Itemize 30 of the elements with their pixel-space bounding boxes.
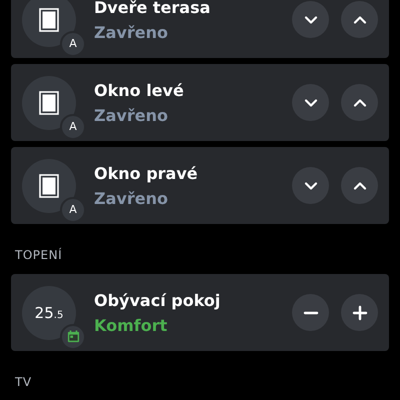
down-button[interactable] xyxy=(292,1,329,38)
plus-button[interactable] xyxy=(341,294,378,331)
calendar-icon xyxy=(66,330,80,343)
up-button[interactable] xyxy=(341,1,378,38)
device-name: Obývací pokoj xyxy=(94,290,222,310)
device-status: Komfort xyxy=(94,316,168,334)
up-button[interactable] xyxy=(341,167,378,204)
down-button[interactable] xyxy=(292,84,329,121)
mode-badge: A xyxy=(60,30,86,56)
section-heading: TV xyxy=(14,374,33,391)
device-card[interactable]: A Dveře terasa Zavřeno xyxy=(11,0,389,58)
device-status: Zavřeno xyxy=(94,188,169,208)
device-status: Zavřeno xyxy=(94,106,169,124)
section-heading: TOPENÍ xyxy=(14,246,64,264)
up-button[interactable] xyxy=(341,84,378,121)
device-name: Okno pravé xyxy=(94,164,199,182)
mode-badge: A xyxy=(60,196,86,222)
device-card[interactable]: A Okno pravé Zavřeno xyxy=(11,147,389,224)
window-icon xyxy=(39,174,59,198)
device-name: Okno levé xyxy=(94,80,185,100)
minus-icon xyxy=(302,310,318,314)
plus-icon xyxy=(352,304,368,320)
window-icon xyxy=(39,90,59,114)
mode-badge: A xyxy=(60,114,86,140)
window-icon xyxy=(39,8,59,32)
minus-button[interactable] xyxy=(292,294,329,331)
down-button[interactable] xyxy=(292,167,329,204)
device-card[interactable]: A Okno levé Zavřeno xyxy=(11,64,389,141)
device-name: Dveře terasa xyxy=(94,0,212,16)
device-status: Zavřeno xyxy=(94,22,169,42)
